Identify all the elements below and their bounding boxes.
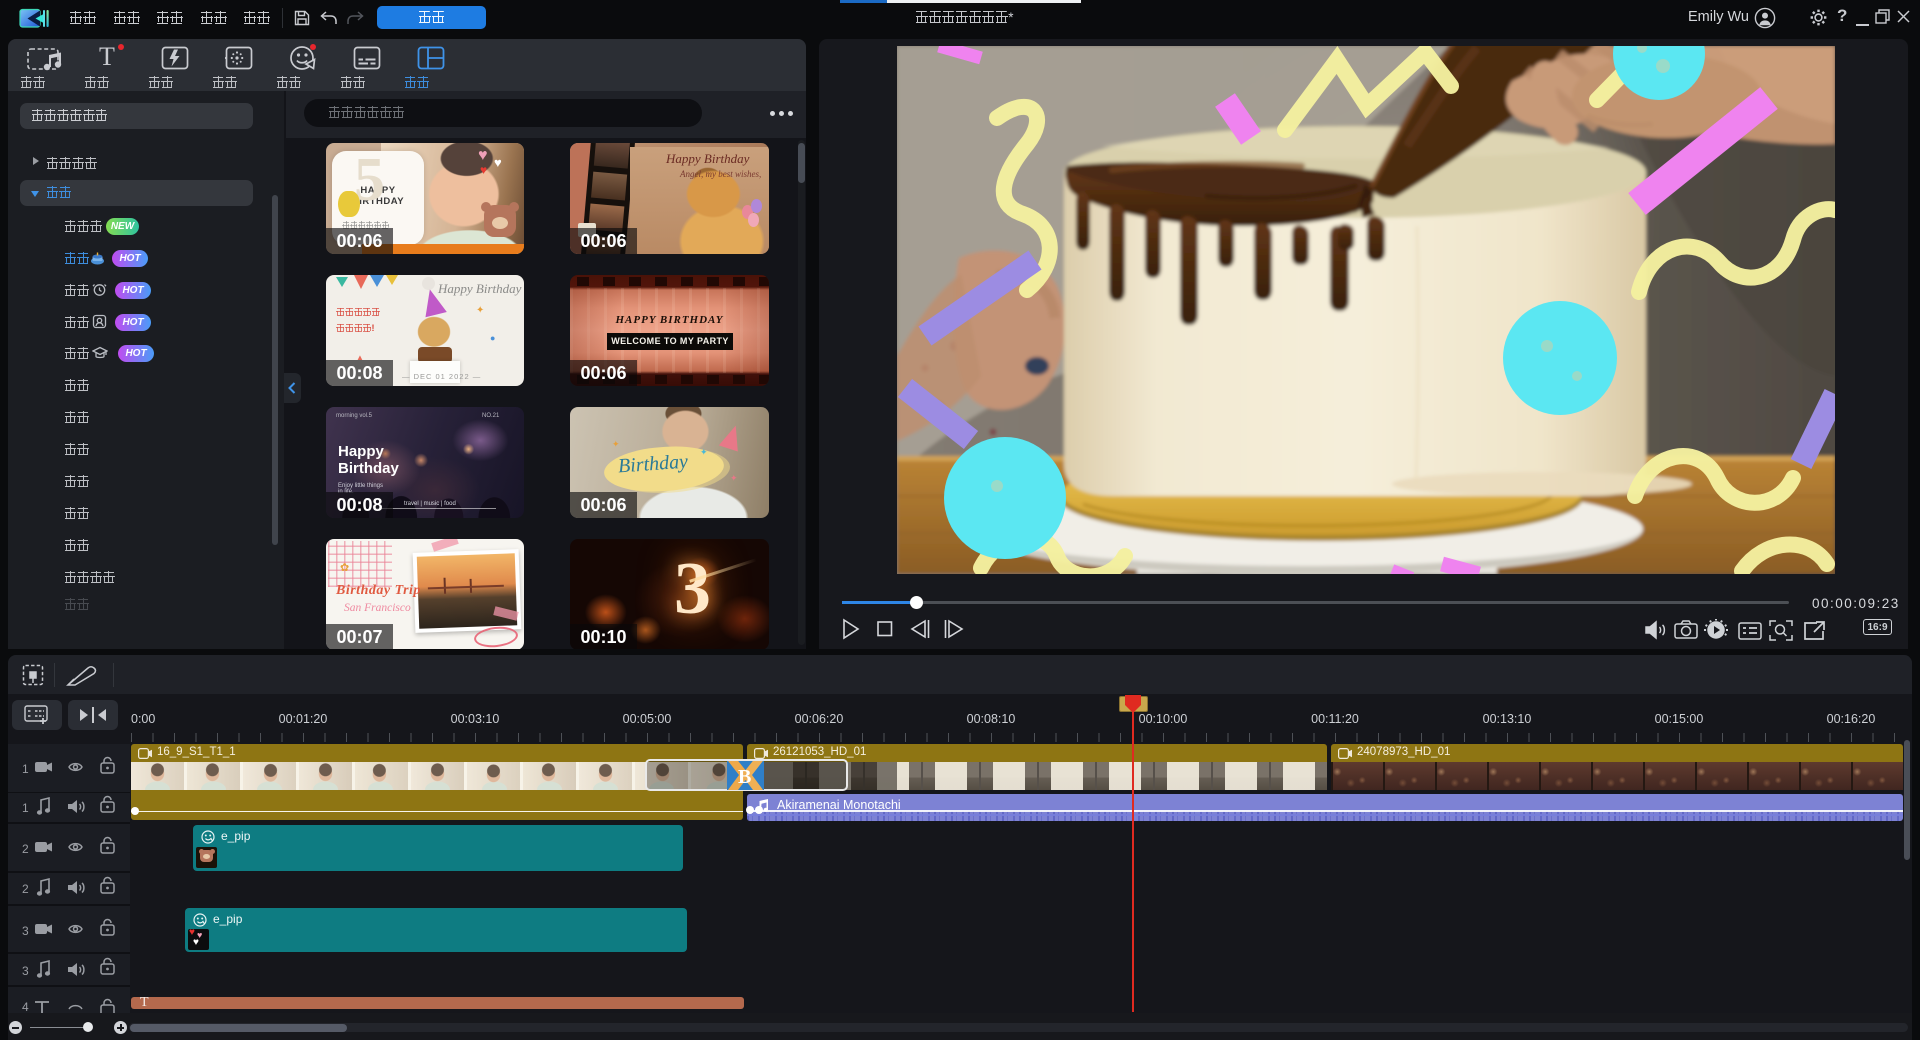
svg-text:1: 1 [22,762,29,776]
svg-text:3: 3 [22,924,29,938]
svg-text:1: 1 [22,801,29,815]
svg-text:3: 3 [22,964,29,978]
svg-text:2: 2 [22,842,29,856]
svg-text:2: 2 [22,882,29,896]
svg-text:B: B [738,766,751,788]
svg-text:4: 4 [22,1000,29,1014]
